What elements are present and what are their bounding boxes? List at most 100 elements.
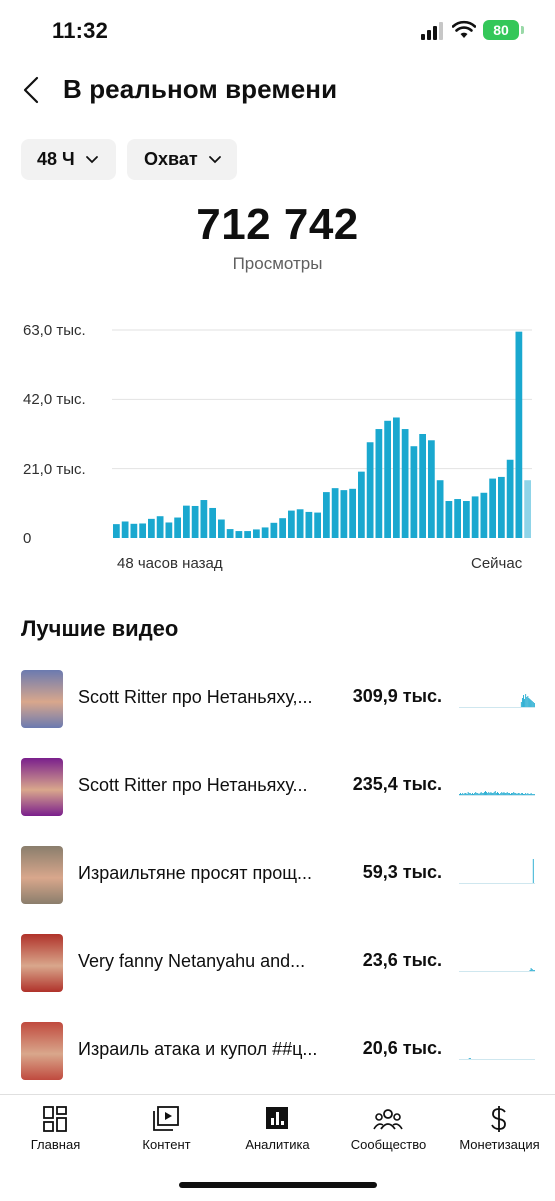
back-arrow-icon[interactable] bbox=[18, 74, 46, 106]
chart-bar bbox=[454, 499, 461, 538]
nav-item-content[interactable]: Контент bbox=[111, 1095, 222, 1165]
sparkline-bar bbox=[520, 793, 522, 795]
sparkline-bar bbox=[510, 794, 511, 795]
video-title: Израиль атака и купол ##ц... bbox=[78, 1039, 318, 1059]
video-row[interactable]: Scott Ritter про Нетаньяху... 235,4 тыс. bbox=[0, 758, 555, 818]
video-row[interactable]: Израиль атака и купол ##ц... 20,6 тыс. bbox=[0, 1022, 555, 1082]
sparkline-bar bbox=[472, 793, 473, 795]
sparkline-bar bbox=[470, 794, 472, 795]
chart-bar bbox=[165, 522, 173, 538]
sparkline-bar bbox=[462, 793, 464, 795]
sparkline-bar bbox=[493, 792, 495, 795]
video-views: 20,6 тыс. bbox=[362, 1038, 442, 1058]
chart-bar bbox=[419, 434, 426, 538]
sparkline-bar bbox=[491, 793, 493, 795]
chart-bar bbox=[235, 531, 243, 538]
sparkline-bar bbox=[463, 794, 465, 795]
status-bar: 11:32 80 bbox=[0, 0, 555, 62]
sparkline-bar bbox=[533, 703, 535, 707]
chart-bar bbox=[463, 501, 470, 538]
sparkline-bar bbox=[468, 1058, 470, 1059]
sparkline-bar bbox=[467, 792, 469, 795]
sparkline-bar bbox=[488, 792, 490, 795]
nav-item-community[interactable]: Сообщество bbox=[333, 1095, 444, 1165]
video-title: Scott Ritter про Нетаньяху... bbox=[78, 775, 308, 795]
chevron-down-icon bbox=[208, 155, 221, 163]
chart-bar bbox=[445, 501, 453, 538]
total-views-label: Просмотры bbox=[232, 254, 323, 273]
x-label-end: Сейчас bbox=[471, 555, 523, 572]
sparkline-bar bbox=[530, 793, 532, 795]
sparkline-bar bbox=[497, 792, 498, 795]
sparkline-bar bbox=[517, 793, 519, 795]
chart-bar bbox=[191, 505, 199, 538]
sparkline-bar bbox=[530, 700, 532, 707]
sparkline-bar bbox=[504, 793, 506, 795]
metric-dropdown[interactable]: Охват bbox=[127, 139, 237, 180]
sparkline-bar bbox=[492, 793, 494, 795]
sparkline-bar bbox=[525, 793, 527, 795]
sparkline-bar bbox=[514, 793, 516, 795]
chart-bar bbox=[253, 529, 260, 538]
sparkline-bar bbox=[520, 702, 522, 707]
metric-dropdown-label: Охват bbox=[144, 149, 198, 169]
content-icon bbox=[153, 1106, 179, 1131]
chart-bar bbox=[279, 518, 286, 538]
sparkline-bar bbox=[494, 791, 496, 795]
views-bar-chart[interactable]: 63,0 тыс. 42,0 тыс. 21,0 тыс. 0 48 часов… bbox=[0, 310, 555, 590]
chart-bar bbox=[174, 517, 181, 538]
sparkline-bar bbox=[524, 794, 526, 795]
video-title: Scott Ritter про Нетаньяху,... bbox=[78, 687, 313, 707]
sparkline-bar bbox=[499, 794, 501, 795]
video-row[interactable]: Very fanny Netanyahu and... 23,6 тыс. bbox=[0, 934, 555, 994]
home-indicator bbox=[179, 1182, 377, 1188]
sparkline-bar bbox=[521, 698, 523, 707]
video-thumbnail bbox=[21, 846, 63, 904]
sparkline-bar bbox=[528, 794, 530, 795]
sparkline-bar bbox=[533, 794, 535, 795]
period-dropdown[interactable]: 48 Ч bbox=[21, 139, 116, 180]
sparkline-bar bbox=[529, 794, 531, 795]
nav-item-analytics[interactable]: Аналитика bbox=[222, 1095, 333, 1165]
chart-bar bbox=[200, 500, 208, 538]
sparkline-bar bbox=[526, 697, 528, 707]
chart-bar bbox=[428, 440, 435, 538]
sparkline-bar bbox=[480, 792, 482, 795]
chart-bar bbox=[218, 519, 225, 538]
chart-bar bbox=[296, 509, 304, 538]
video-thumbnail bbox=[21, 670, 63, 728]
sparkline-bar bbox=[486, 792, 488, 795]
sparkline-bar bbox=[516, 794, 518, 795]
chart-bar bbox=[314, 512, 321, 538]
sparkline-bar bbox=[473, 794, 474, 795]
nav-item-home[interactable]: Главная bbox=[0, 1095, 111, 1165]
sparkline-bar bbox=[469, 1058, 471, 1059]
sparkline-bar bbox=[523, 794, 524, 795]
chart-bar bbox=[156, 516, 164, 538]
sparkline-bar bbox=[526, 794, 528, 795]
nav-item-monetization[interactable]: Монетизация bbox=[444, 1095, 555, 1165]
sparkline-bar bbox=[502, 793, 504, 795]
video-row[interactable]: Scott Ritter про Нетаньяху,... 309,9 тыс. bbox=[0, 670, 555, 730]
chart-bar bbox=[384, 420, 391, 538]
video-row[interactable]: Израильтяне просят прощ... 59,3 тыс. bbox=[0, 846, 555, 906]
sparkline-bar bbox=[478, 794, 480, 795]
sparkline-bar bbox=[528, 698, 530, 707]
home-grid-icon bbox=[43, 1106, 67, 1132]
sparkline-bar bbox=[533, 970, 535, 971]
chart-bar bbox=[288, 510, 295, 538]
chart-bar bbox=[401, 429, 409, 538]
sparkline-bar bbox=[459, 794, 460, 795]
video-sparkline bbox=[459, 694, 535, 708]
analytics-icon bbox=[266, 1107, 288, 1129]
sparkline-bar bbox=[505, 793, 507, 795]
nav-label: Сообщество bbox=[350, 1137, 427, 1152]
chart-canvas bbox=[112, 329, 532, 538]
sparkline-bar bbox=[515, 793, 517, 795]
sparkline-bar bbox=[531, 701, 533, 707]
video-views: 309,9 тыс. bbox=[352, 686, 442, 706]
chart-bar bbox=[358, 471, 365, 538]
sparkline-bar bbox=[461, 794, 463, 795]
y-tick-label: 42,0 тыс. bbox=[23, 391, 86, 408]
sparkline-bar bbox=[487, 793, 489, 795]
